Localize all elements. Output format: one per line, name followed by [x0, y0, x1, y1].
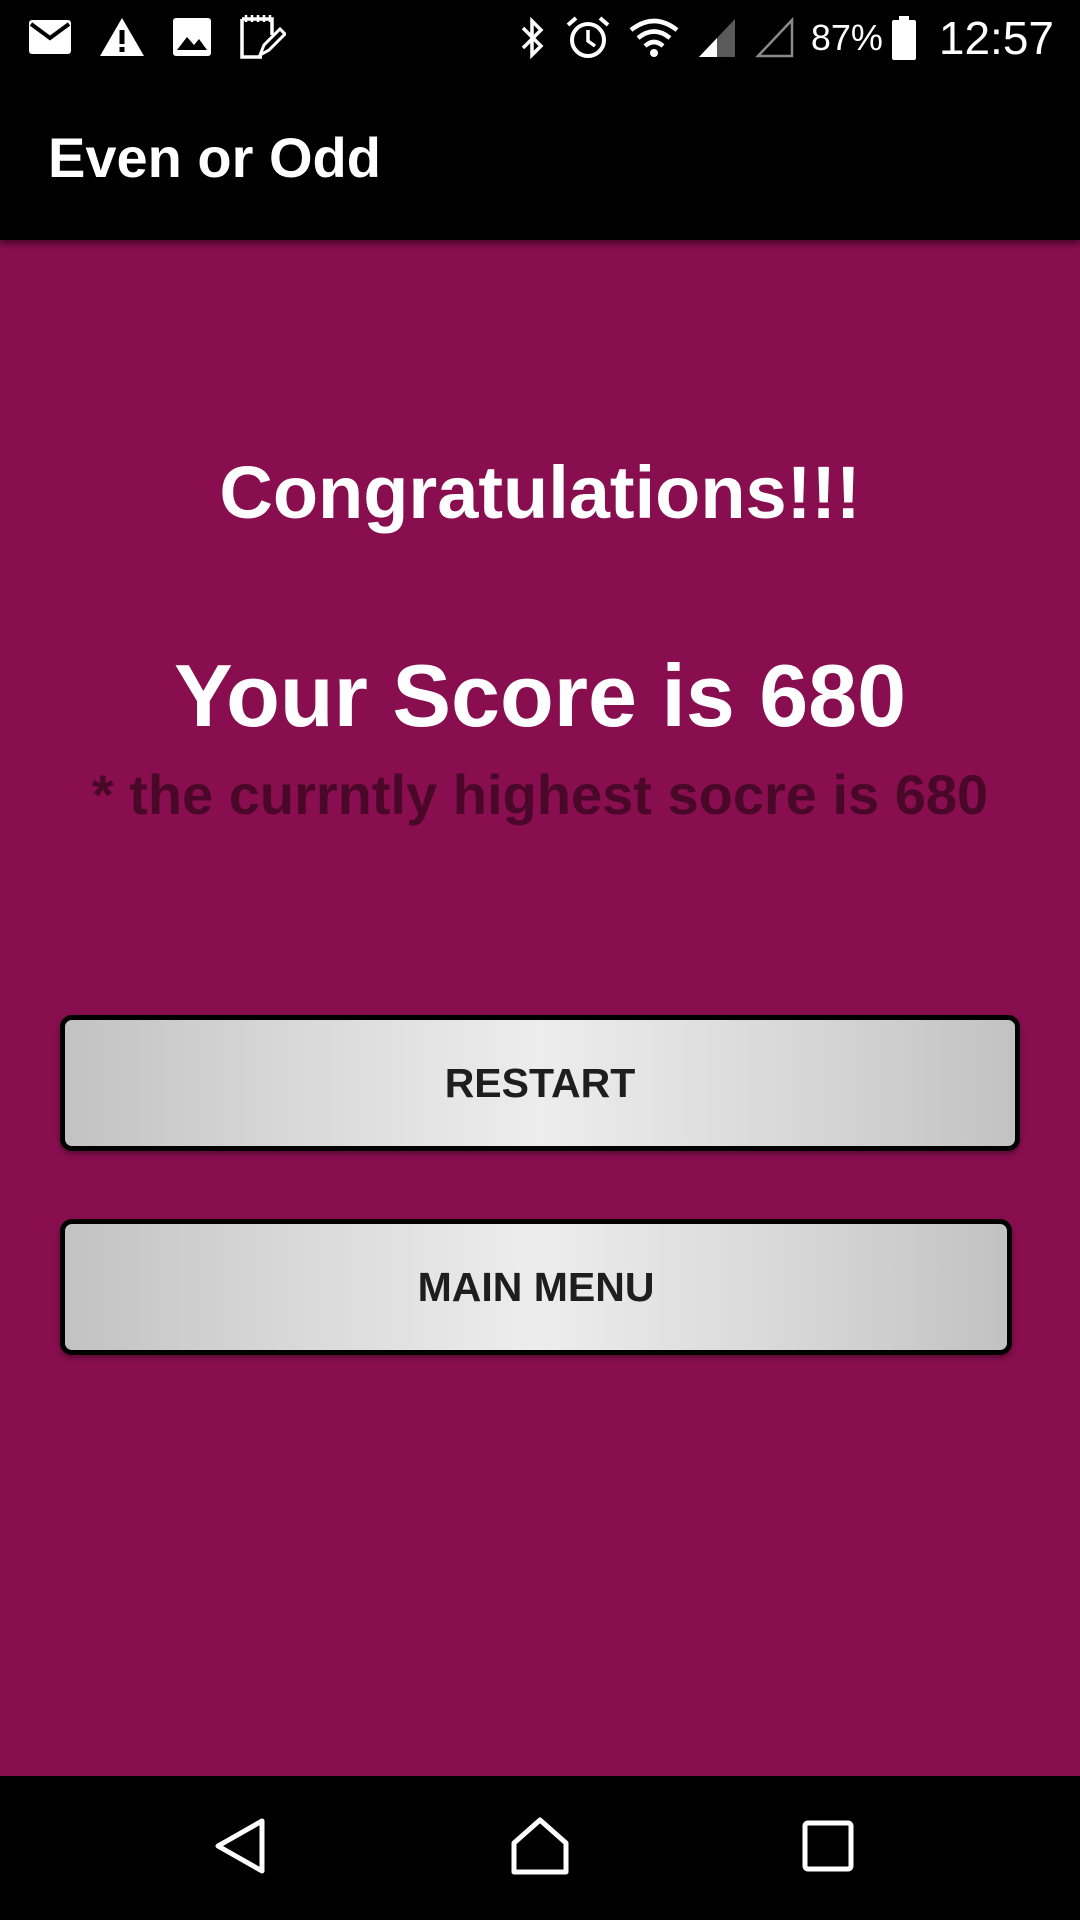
- mail-icon: [28, 19, 72, 55]
- status-bar: 87% 12:57: [0, 0, 1080, 75]
- back-button[interactable]: [140, 1776, 340, 1920]
- battery-percentage: 87%: [810, 17, 883, 58]
- game-over-screen: 87% 12:57 Even or Odd Congratulations!!!…: [0, 0, 1080, 1920]
- app-bar: Even or Odd: [0, 75, 1080, 240]
- alarm-icon: [565, 15, 611, 61]
- highest-score-note: * the currntly highest socre is 680: [91, 763, 989, 826]
- home-icon: [509, 1816, 571, 1881]
- app-title: Even or Odd: [48, 126, 381, 189]
- score-text: Your Score is 680: [173, 646, 907, 745]
- recents-button[interactable]: [728, 1776, 928, 1920]
- clock: 12:57: [938, 12, 1054, 64]
- recents-icon: [802, 1820, 854, 1877]
- navigation-bar: [0, 1776, 1080, 1920]
- cell-signal-icon: [697, 17, 737, 59]
- main-menu-button[interactable]: MAIN MENU: [60, 1219, 1012, 1355]
- image-icon: [172, 17, 212, 57]
- home-button[interactable]: [440, 1776, 640, 1920]
- congratulations-heading: Congratulations!!!: [219, 451, 861, 534]
- no-signal-icon: [754, 17, 795, 59]
- system-status-icons: 87% 12:57: [501, 10, 1054, 66]
- battery-icon: [891, 15, 917, 61]
- bluetooth-icon: [519, 16, 547, 60]
- notification-icons: [28, 12, 312, 62]
- warning-icon: [98, 16, 146, 58]
- back-icon: [212, 1816, 268, 1881]
- notes-icon: [238, 13, 286, 61]
- restart-button[interactable]: RESTART: [60, 1015, 1020, 1151]
- wifi-icon: [629, 18, 679, 58]
